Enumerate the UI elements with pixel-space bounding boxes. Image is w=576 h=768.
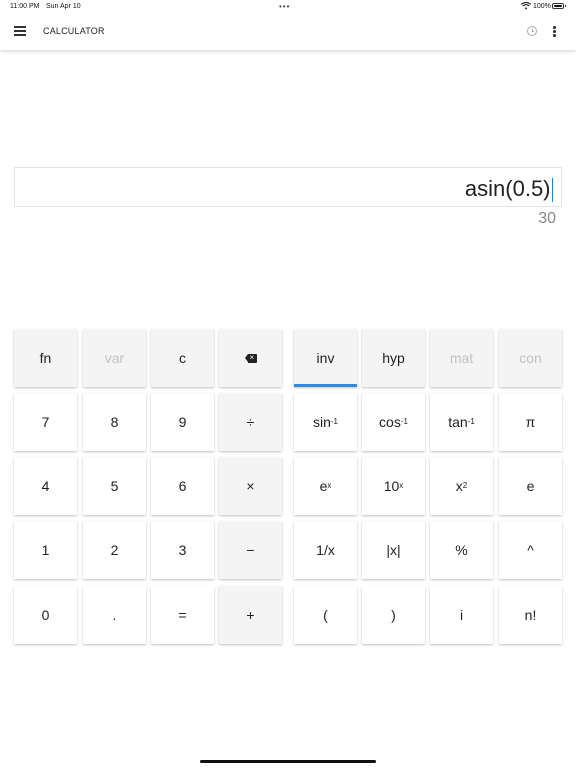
key-pi[interactable]: π — [499, 393, 562, 451]
key-c[interactable]: c — [151, 329, 214, 387]
key-0-label: 0 — [41, 607, 50, 623]
key-e[interactable]: e — [499, 457, 562, 515]
expression-text-wrap: asin(0.5) — [464, 176, 553, 203]
key-hyp[interactable]: hyp — [362, 329, 425, 387]
key-hyp-label: hyp — [382, 350, 405, 366]
app-title: CALCULATOR — [43, 26, 105, 36]
key-10-x[interactable]: 10 x — [362, 457, 425, 515]
expression-display[interactable]: asin(0.5) — [14, 167, 562, 207]
key-percent-label: % — [455, 542, 468, 558]
key-open-paren[interactable]: ( — [294, 586, 357, 644]
key-base-label: x — [455, 478, 463, 494]
key-mat[interactable]: mat — [430, 329, 493, 387]
key-1[interactable]: 1 — [14, 521, 77, 579]
key-close-paren-label: ) — [391, 607, 396, 623]
multitasking-dots-icon[interactable]: ••• — [279, 2, 290, 11]
history-icon[interactable] — [527, 26, 537, 36]
key-x-2[interactable]: x2 — [430, 457, 493, 515]
key-9[interactable]: 9 — [151, 393, 214, 451]
key-decimal-label: . — [112, 607, 117, 623]
key-5-label: 5 — [110, 478, 119, 494]
key-base-label: tan — [448, 414, 468, 430]
app-bar: CALCULATOR — [0, 14, 576, 50]
key-6-label: 6 — [178, 478, 187, 494]
key-8-label: 8 — [110, 414, 119, 430]
key-inv[interactable]: inv — [294, 329, 357, 387]
key-sin--1[interactable]: sin -1 — [294, 393, 357, 451]
key-equals[interactable]: = — [151, 586, 214, 644]
key-1-label: 1 — [41, 542, 50, 558]
key-abs-label: |x| — [386, 542, 401, 558]
key-fn[interactable]: fn — [14, 329, 77, 387]
key-3[interactable]: 3 — [151, 521, 214, 579]
key-con[interactable]: con — [499, 329, 562, 387]
key-factorial[interactable]: n! — [499, 586, 562, 644]
key-multiply-label: × — [246, 478, 255, 494]
battery-percentage: 100% — [533, 3, 551, 10]
key-base-label: e — [319, 478, 328, 494]
battery-fill — [554, 5, 562, 7]
key-power-label: ^ — [527, 542, 534, 558]
key-tan--1[interactable]: tan -1 — [430, 393, 493, 451]
key-reciprocal-label: 1/x — [316, 542, 335, 558]
key-plus-label: + — [246, 607, 255, 623]
key-i-label: i — [459, 607, 464, 623]
key-3-label: 3 — [178, 542, 187, 558]
key-base-label: 10 — [383, 478, 400, 494]
menu-icon[interactable] — [14, 26, 26, 36]
key-base-label: e — [526, 478, 535, 494]
key-divide-label: ÷ — [246, 414, 255, 430]
key-close-paren[interactable]: ) — [362, 586, 425, 644]
key-base-label: sin — [312, 414, 331, 430]
key-minus[interactable]: − — [219, 521, 282, 579]
key-i[interactable]: i — [430, 586, 493, 644]
key-open-paren-label: ( — [323, 607, 328, 623]
key-percent[interactable]: % — [430, 521, 493, 579]
key-e-x[interactable]: ex — [294, 457, 357, 515]
home-indicator[interactable] — [200, 760, 376, 763]
key-plus[interactable]: + — [219, 586, 282, 644]
status-time: 11:00 PM — [10, 3, 40, 10]
key-c-label: c — [179, 350, 186, 366]
key-5[interactable]: 5 — [83, 457, 146, 515]
backspace-icon: × — [244, 353, 257, 363]
key-base-label: π — [525, 414, 536, 430]
key-7[interactable]: 7 — [14, 393, 77, 451]
more-vert-icon[interactable] — [551, 26, 557, 38]
key-0[interactable]: 0 — [14, 586, 77, 644]
key-abs[interactable]: |x| — [362, 521, 425, 579]
key-4[interactable]: 4 — [14, 457, 77, 515]
key-var[interactable]: var — [83, 329, 146, 387]
status-bar: 11:00 PM Sun Apr 10 ••• 100% — [0, 0, 576, 14]
key-con-label: con — [519, 350, 542, 366]
key-minus-label: − — [246, 542, 255, 558]
key-fn-label: fn — [39, 350, 52, 366]
key-cos--1[interactable]: cos -1 — [362, 393, 425, 451]
expression-text: asin(0.5) — [464, 176, 551, 201]
key-equals-label: = — [178, 607, 187, 623]
key-mat-label: mat — [449, 350, 474, 366]
battery-icon — [552, 3, 566, 9]
key-power[interactable]: ^ — [499, 521, 562, 579]
key-2-label: 2 — [110, 542, 119, 558]
key-divide[interactable]: ÷ — [219, 393, 282, 451]
key-2[interactable]: 2 — [83, 521, 146, 579]
text-cursor — [551, 178, 553, 203]
backspace-button[interactable]: × — [219, 329, 282, 387]
key-base-label: cos — [379, 414, 401, 430]
key-decimal[interactable]: . — [83, 586, 146, 644]
key-var-label: var — [104, 350, 125, 366]
key-multiply[interactable]: × — [219, 457, 282, 515]
result-preview: 30 — [538, 210, 556, 227]
key-9-label: 9 — [178, 414, 187, 430]
key-reciprocal[interactable]: 1/x — [294, 521, 357, 579]
key-factorial-label: n! — [524, 607, 537, 623]
wifi-icon — [520, 2, 532, 12]
key-7-label: 7 — [41, 414, 50, 430]
key-8[interactable]: 8 — [83, 393, 146, 451]
key-4-label: 4 — [41, 478, 50, 494]
key-inv-label: inv — [316, 350, 335, 366]
status-date: Sun Apr 10 — [46, 3, 81, 10]
key-6[interactable]: 6 — [151, 457, 214, 515]
